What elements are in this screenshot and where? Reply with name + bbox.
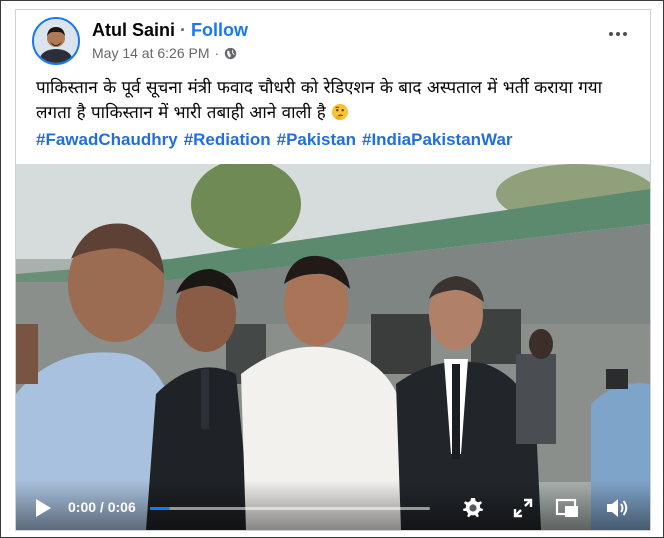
hashtag-list: #FawadChaudhry #Rediation #Pakistan #Ind… <box>36 130 513 150</box>
post-timestamp[interactable]: May 14 at 6:26 PM <box>92 45 210 61</box>
author-line: Atul Saini · Follow <box>92 20 248 41</box>
duration: 0:06 <box>107 499 136 515</box>
more-dot <box>616 32 620 36</box>
post-text: पाकिस्तान के पूर्व सूचना मंत्री फवाद चौध… <box>36 76 616 126</box>
video-progress-bar[interactable] <box>150 507 430 510</box>
hashtag-link[interactable]: #FawadChaudhry <box>36 130 178 150</box>
post-body: पाकिस्तान के पूर्व सूचना मंत्री फवाद चौध… <box>36 78 603 123</box>
current-time: 0:00 <box>68 499 97 515</box>
more-dot <box>609 32 613 36</box>
video-time: 0:00 / 0:06 <box>68 499 136 515</box>
separator-dot: · <box>180 20 187 40</box>
hashtag-link[interactable]: #IndiaPakistanWar <box>362 130 513 150</box>
more-options-icon[interactable] <box>604 24 632 44</box>
fullscreen-expand-icon[interactable] <box>510 495 536 521</box>
thinking-face-emoji <box>332 103 349 121</box>
post-meta: May 14 at 6:26 PM · <box>92 45 237 61</box>
video-progress-fill <box>150 507 170 510</box>
play-icon[interactable] <box>34 498 52 518</box>
screenshot-frame: Atul Saini · Follow May 14 at 6:26 PM · … <box>0 0 664 538</box>
hashtag-link[interactable]: #Rediation <box>184 130 271 150</box>
globe-icon[interactable] <box>224 47 237 60</box>
follow-button[interactable]: Follow <box>191 20 248 41</box>
video-frame <box>16 164 650 530</box>
video-player[interactable]: 0:00 / 0:06 <box>16 164 650 530</box>
settings-gear-icon[interactable] <box>460 495 486 521</box>
meta-separator: · <box>214 45 220 61</box>
more-dot <box>623 32 627 36</box>
hashtag-link[interactable]: #Pakistan <box>277 130 356 150</box>
avatar[interactable] <box>32 17 80 65</box>
video-controls: 0:00 / 0:06 <box>16 480 650 530</box>
facebook-post: Atul Saini · Follow May 14 at 6:26 PM · … <box>15 9 651 531</box>
time-separator: / <box>99 499 104 515</box>
volume-icon[interactable] <box>604 495 630 521</box>
avatar-image <box>34 19 78 63</box>
picture-in-picture-icon[interactable] <box>554 495 580 521</box>
author-name[interactable]: Atul Saini <box>92 20 175 41</box>
